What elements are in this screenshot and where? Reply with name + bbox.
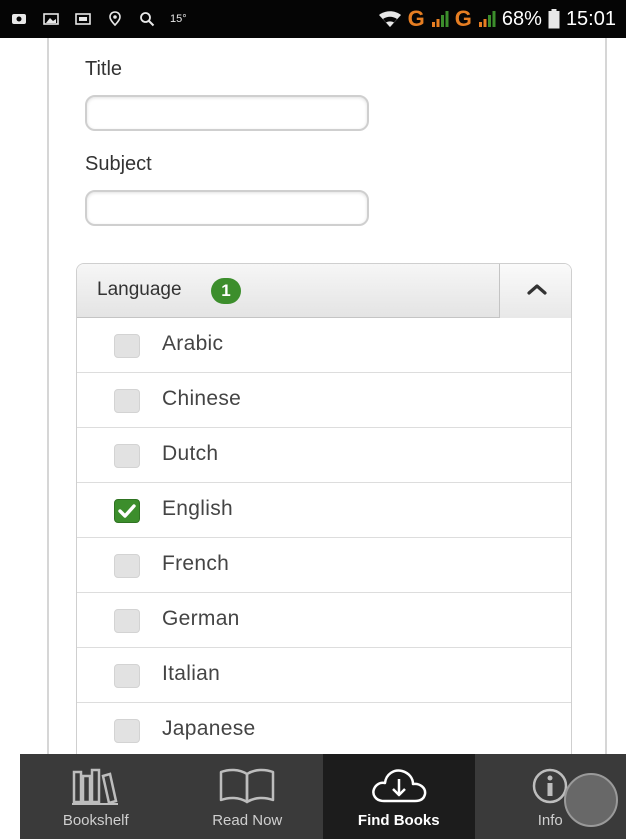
language-option-label: Chinese [162, 387, 242, 410]
temperature-text: 15° [170, 13, 187, 25]
language-option-japanese[interactable]: Japanese [77, 703, 571, 756]
tab-find-books-label: Find Books [357, 812, 440, 829]
tab-bookshelf[interactable]: Bookshelf [20, 754, 172, 839]
checkbox[interactable] [114, 444, 140, 468]
location-icon [106, 11, 124, 27]
language-option-german[interactable]: German [77, 593, 571, 648]
tab-find-books[interactable]: Find Books [323, 754, 475, 839]
signal-icon-2 [478, 11, 496, 27]
title-label: Title [85, 58, 123, 80]
bookshelf-icon [20, 764, 172, 808]
tab-read-now-label: Read Now [212, 812, 283, 829]
language-option-arabic[interactable]: Arabic [77, 318, 571, 373]
chevron-up-icon [526, 282, 547, 300]
checkbox-checked[interactable] [114, 499, 140, 523]
collapse-toggle-button[interactable] [499, 264, 571, 318]
subject-label: Subject [85, 153, 152, 175]
bottom-tab-bar: Bookshelf Read Now Find Books Info [20, 754, 626, 839]
tab-read-now[interactable]: Read Now [172, 754, 324, 839]
wifi-icon [378, 11, 402, 27]
language-option-label: English [162, 497, 233, 520]
language-option-label: Arabic [162, 332, 224, 355]
checkbox[interactable] [114, 664, 140, 688]
search-form-panel: Title Subject Language 1 Arabic Chinese Du… [47, 38, 607, 757]
screen: 15° G G 68% 15:01 Title Subject Language… [0, 0, 626, 839]
selected-count-badge: 1 [211, 278, 241, 304]
open-book-icon [172, 764, 324, 808]
checkmark-icon [118, 504, 136, 518]
language-filter-header[interactable]: Language 1 [77, 264, 571, 318]
language-option-dutch[interactable]: Dutch [77, 428, 571, 483]
gallery-icon [74, 11, 92, 27]
status-bar: 15° G G 68% 15:01 [0, 0, 626, 38]
floating-assistive-button[interactable] [564, 773, 618, 827]
tab-bookshelf-label: Bookshelf [62, 812, 129, 829]
language-option-english[interactable]: English [77, 483, 571, 538]
image-icon [42, 11, 60, 27]
language-option-label: Japanese [162, 717, 256, 740]
language-options-list: Arabic Chinese Dutch English French German Ita… [77, 318, 571, 756]
language-option-label: German [162, 607, 240, 630]
tab-info-label: Info [537, 812, 563, 829]
checkbox[interactable] [114, 334, 140, 358]
language-option-italian[interactable]: Italian [77, 648, 571, 703]
search-icon [138, 11, 156, 27]
battery-percent: 68% [501, 7, 542, 30]
cloud-download-icon [323, 764, 475, 808]
subject-input[interactable] [85, 190, 369, 226]
clock: 15:01 [565, 7, 616, 30]
language-option-label: Italian [162, 662, 221, 685]
network-type-text-2: G [454, 6, 472, 31]
language-option-chinese[interactable]: Chinese [77, 373, 571, 428]
network-type-text: G [407, 6, 425, 31]
checkbox[interactable] [114, 719, 140, 743]
language-filter-title: Language [97, 279, 182, 300]
language-option-french[interactable]: French [77, 538, 571, 593]
signal-icon [431, 11, 449, 27]
language-filter: Language 1 Arabic Chinese Dutch English Fren… [76, 263, 572, 757]
language-option-label: Dutch [162, 442, 219, 465]
language-option-label: French [162, 552, 230, 575]
checkbox[interactable] [114, 609, 140, 633]
title-input[interactable] [85, 95, 369, 131]
checkbox[interactable] [114, 554, 140, 578]
notification-icons: 15° [10, 0, 187, 38]
checkbox[interactable] [114, 389, 140, 413]
messenger-icon [10, 11, 28, 27]
battery-icon [548, 9, 560, 29]
system-indicators: G G 68% 15:01 [378, 0, 616, 38]
